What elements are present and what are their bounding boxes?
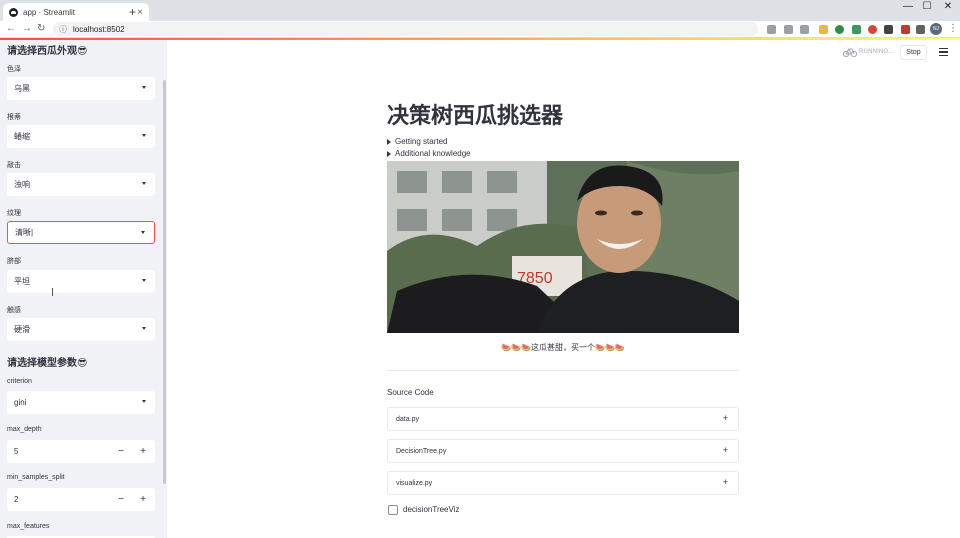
stop-button[interactable]: Stop (900, 45, 927, 60)
triangle-right-icon (387, 150, 391, 157)
running-bicycle-icon (843, 48, 857, 58)
url-text: localhost:8502 (73, 24, 125, 34)
expander-label: Getting started (395, 137, 448, 146)
browser-tab[interactable]: app · Streamlit × (3, 3, 149, 21)
expander-label: Additional knowledge (395, 149, 471, 158)
plus-icon[interactable]: + (723, 413, 728, 423)
touch-select[interactable]: 硬滑 (7, 318, 155, 341)
decrement-button[interactable]: − (111, 440, 131, 463)
profile-avatar[interactable]: NJ (930, 23, 942, 35)
extension-icon[interactable] (835, 25, 844, 34)
navel-select-value: 平坦 (14, 277, 30, 286)
mouse-cursor (52, 288, 57, 296)
chevron-down-icon (142, 86, 146, 89)
color-select-value: 乌黑 (14, 84, 30, 93)
tab-title: app · Streamlit (23, 7, 76, 17)
chevron-down-icon (142, 134, 146, 137)
address-bar[interactable]: ⓘ localhost:8502 (53, 22, 758, 36)
root-select[interactable]: 蜷缩 (7, 125, 155, 148)
decision-tree-viz-checkbox[interactable] (388, 505, 398, 515)
share-icon[interactable] (784, 25, 793, 34)
source-code-title: Source Code (387, 388, 434, 397)
increment-button[interactable]: + (133, 488, 153, 511)
max-depth-value[interactable]: 5 (14, 447, 18, 456)
divider (387, 370, 739, 371)
navel-select[interactable]: 平坦 (7, 270, 155, 293)
criterion-label: criterion (7, 378, 32, 385)
sidebar-scrollbar[interactable] (163, 80, 166, 484)
appearance-heading: 请选择西瓜外观😎 (7, 46, 88, 57)
back-icon[interactable]: ← (6, 21, 16, 37)
chevron-down-icon (142, 400, 146, 403)
extension-icon[interactable] (852, 25, 861, 34)
running-status: RUNNING... (859, 49, 894, 55)
window-close-icon[interactable]: ✕ (938, 0, 958, 13)
texture-select-value: 清晰| (15, 228, 34, 237)
extension-icon[interactable] (819, 25, 828, 34)
min-samples-split-value[interactable]: 2 (14, 495, 18, 504)
image-caption: 🍉🍉🍉这瓜甚甜，买一个🍉🍉🍉 (501, 343, 625, 352)
model-params-heading: 请选择模型参数😎 (7, 358, 88, 369)
field-label-texture: 纹理 (7, 210, 21, 217)
root-select-value: 蜷缩 (14, 132, 30, 141)
max-depth-label: max_depth (7, 426, 42, 433)
sidebar: 请选择西瓜外观😎 色泽 乌黑 根蒂 蜷缩 敲击 浊响 纹理 清晰| 脐部 平坦 … (0, 40, 167, 538)
photo-illustration: 7850 (387, 161, 739, 333)
forward-icon[interactable]: → (22, 21, 32, 37)
min-samples-split-input[interactable]: 2 − + (7, 488, 155, 511)
increment-button[interactable]: + (133, 440, 153, 463)
extension-icon[interactable] (884, 25, 893, 34)
file-name: data.py (396, 415, 419, 423)
checkbox-label[interactable]: decisionTreeViz (403, 505, 459, 514)
field-label-touch: 触感 (7, 307, 21, 314)
new-tab-button[interactable]: + (129, 3, 136, 21)
field-label-root: 根蒂 (7, 114, 21, 121)
file-name: visualize.py (396, 479, 433, 487)
extension-icon[interactable] (901, 25, 910, 34)
reload-icon[interactable]: ↻ (37, 21, 45, 37)
texture-select[interactable]: 清晰| (7, 221, 155, 244)
triangle-right-icon (387, 138, 391, 145)
file-name: DecisionTree.py (396, 447, 447, 455)
decrement-button[interactable]: − (111, 488, 131, 511)
file-expander-decisiontree-py[interactable]: DecisionTree.py + (387, 439, 739, 463)
chevron-down-icon (142, 182, 146, 185)
browser-tab-strip: app · Streamlit × + — ☐ ✕ (0, 0, 960, 21)
field-label-color: 色泽 (7, 66, 21, 73)
maximize-icon[interactable]: ☐ (917, 0, 937, 13)
file-expander-visualize-py[interactable]: visualize.py + (387, 471, 739, 495)
chevron-down-icon (142, 327, 146, 330)
bookmark-star-icon[interactable] (800, 25, 809, 34)
knock-select[interactable]: 浊响 (7, 173, 155, 196)
minimize-icon[interactable]: — (898, 0, 918, 13)
criterion-select-value: gini (14, 398, 27, 407)
chevron-down-icon (142, 279, 146, 282)
max-features-label: max_features (7, 523, 50, 530)
chevron-down-icon (141, 231, 145, 234)
browser-toolbar: ← → ↻ ⓘ localhost:8502 NJ ⋮ (0, 21, 960, 38)
file-expander-data-py[interactable]: data.py + (387, 407, 739, 431)
plus-icon[interactable]: + (723, 445, 728, 455)
meme-image: 7850 (387, 161, 739, 333)
field-label-knock: 敲击 (7, 162, 21, 169)
color-select[interactable]: 乌黑 (7, 77, 155, 100)
plus-icon[interactable]: + (723, 477, 728, 487)
criterion-select[interactable]: gini (7, 391, 155, 414)
knock-select-value: 浊响 (14, 180, 30, 189)
extension-icon[interactable] (868, 25, 877, 34)
field-label-navel: 脐部 (7, 258, 21, 265)
translate-icon[interactable] (767, 25, 776, 34)
page-title: 决策树西瓜挑选器 (387, 103, 564, 128)
additional-knowledge-expander[interactable]: Additional knowledge (387, 149, 471, 158)
tab-close-icon[interactable]: × (137, 7, 143, 18)
hamburger-menu-icon[interactable] (939, 48, 948, 56)
getting-started-expander[interactable]: Getting started (387, 137, 447, 146)
touch-select-value: 硬滑 (14, 325, 30, 334)
extensions-puzzle-icon[interactable] (916, 25, 925, 34)
more-menu-icon[interactable]: ⋮ (948, 21, 958, 37)
min-samples-split-label: min_samples_split (7, 474, 65, 481)
info-icon[interactable]: ⓘ (59, 24, 67, 35)
streamlit-favicon-icon (9, 7, 18, 17)
max-depth-input[interactable]: 5 − + (7, 440, 155, 463)
